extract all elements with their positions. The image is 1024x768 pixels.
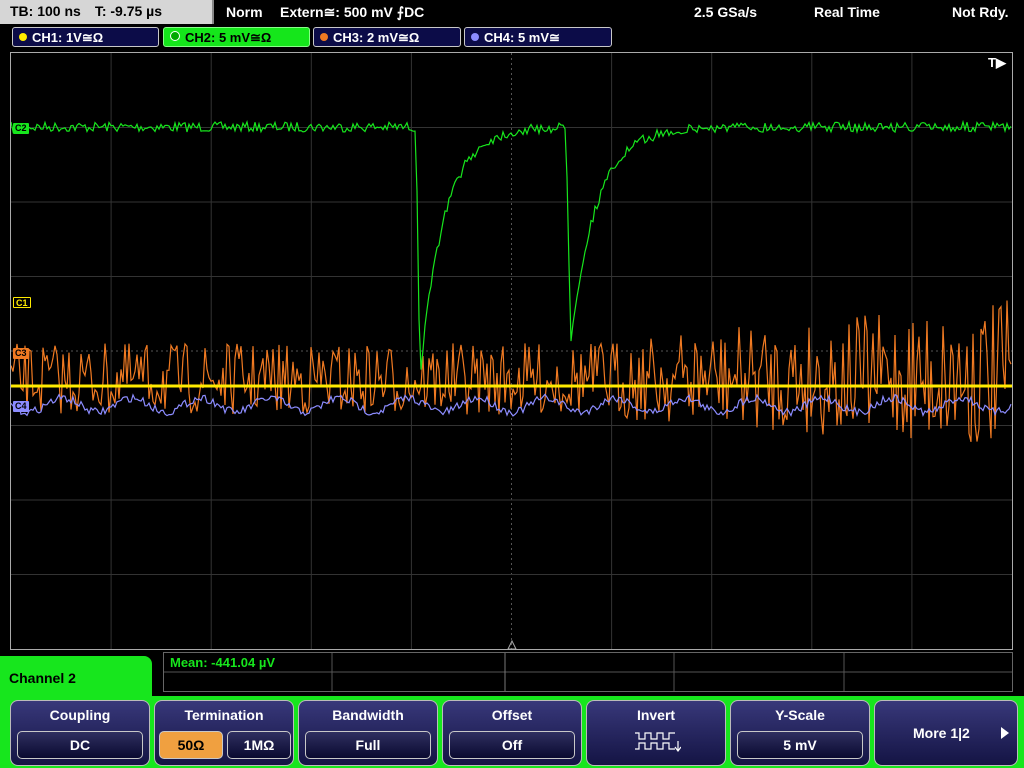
bandwidth-label: Bandwidth [332, 707, 404, 723]
trigger-source[interactable]: Extern≅: 500 mV ⨍DC [280, 4, 424, 21]
more-softkey[interactable]: More 1|2 [874, 700, 1018, 766]
timebase-value: TB: 100 ns [10, 3, 81, 19]
ch2-label: CH2: 5 mV≅Ω [185, 30, 272, 45]
y-scale-value[interactable]: 5 mV [737, 731, 863, 759]
invert-waveform-icon [635, 732, 681, 752]
offset-value[interactable]: Off [449, 731, 575, 759]
ch3-label: CH3: 2 mV≅Ω [333, 30, 420, 45]
ch3-waveform [11, 300, 1012, 443]
termination-50-ohm-option[interactable]: 50Ω [159, 731, 223, 759]
trigger-mode[interactable]: Norm [226, 4, 263, 20]
measurement-grid [164, 653, 1012, 691]
ch4-dot-icon [471, 33, 479, 41]
termination-softkey[interactable]: Termination 50Ω 1MΩ [154, 700, 294, 766]
coupling-label: Coupling [49, 707, 111, 723]
ch3-dot-icon [320, 33, 328, 41]
sample-rate: 2.5 GSa/s [694, 4, 758, 20]
y-scale-softkey[interactable]: Y-Scale 5 mV [730, 700, 870, 766]
invert-label: Invert [636, 707, 676, 723]
bandwidth-softkey[interactable]: Bandwidth Full [298, 700, 438, 766]
channel-tab-ch3[interactable]: CH3: 2 mV≅Ω [313, 27, 461, 47]
y-scale-label: Y-Scale [775, 707, 825, 723]
channel-menu-title: Channel 2 [0, 656, 152, 698]
termination-label: Termination [184, 707, 264, 723]
next-page-arrow-icon [1001, 727, 1009, 739]
ch2-offset-marker[interactable]: C2 [13, 123, 29, 134]
termination-1m-ohm-option[interactable]: 1MΩ [227, 731, 291, 759]
channel-tab-ch2[interactable]: CH2: 5 mV≅Ω [163, 27, 310, 47]
ch1-dot-icon [19, 33, 27, 41]
trigger-marker-icon: T▶ [988, 55, 1006, 70]
ch4-label: CH4: 5 mV≅ [484, 30, 560, 45]
coupling-value[interactable]: DC [17, 731, 143, 759]
timebase-box[interactable]: TB: 100 ns T: -9.75 µs [0, 0, 214, 24]
acquisition-mode: Real Time [814, 4, 880, 20]
more-label: More 1|2 [913, 725, 970, 741]
bandwidth-value[interactable]: Full [305, 731, 431, 759]
coupling-softkey[interactable]: Coupling DC [10, 700, 150, 766]
waveform-display[interactable]: T▶ C2 C1 C3 C4 [10, 52, 1013, 650]
ready-state: Not Rdy. [952, 4, 1009, 20]
invert-softkey[interactable]: Invert [586, 700, 726, 766]
ch1-label: CH1: 1V≅Ω [32, 30, 104, 45]
ch4-offset-marker[interactable]: C4 [13, 401, 29, 412]
channel-tab-ch1[interactable]: CH1: 1V≅Ω [12, 27, 159, 47]
offset-label: Offset [491, 707, 533, 723]
offset-softkey[interactable]: Offset Off [442, 700, 582, 766]
trigger-time-value: T: -9.75 µs [94, 3, 163, 19]
waveform-canvas [11, 53, 1012, 649]
ch1-offset-marker[interactable]: C1 [13, 297, 31, 308]
ch2-dot-icon [170, 31, 180, 41]
graticule-grid [11, 53, 1012, 649]
channel-tab-ch4[interactable]: CH4: 5 mV≅ [464, 27, 612, 47]
measurement-bar[interactable]: Mean: -441.04 µV [163, 652, 1013, 692]
ch3-offset-marker[interactable]: C3 [13, 348, 29, 359]
